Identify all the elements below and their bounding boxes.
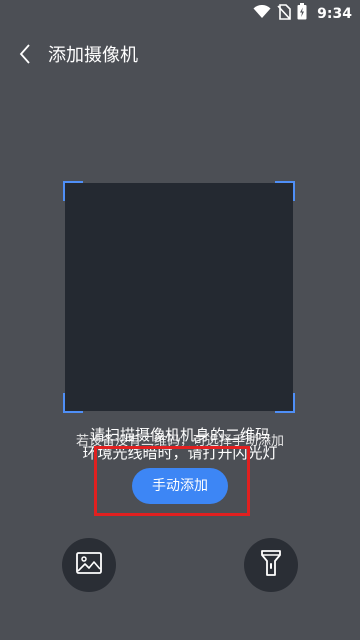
status-bar: 9:34 — [0, 0, 360, 24]
chevron-left-icon — [19, 44, 31, 68]
scan-instruction: 请扫描摄像机机身的二维码 环境光线暗时，请打开闪光灯 — [0, 426, 360, 462]
qr-scan-area — [63, 181, 295, 413]
scan-instruction-line-2: 环境光线暗时，请打开闪光灯 — [82, 444, 278, 462]
gallery-button[interactable] — [62, 538, 116, 592]
scan-corner-bottom-left — [63, 393, 83, 413]
manual-add-button[interactable]: 手动添加 — [132, 468, 228, 504]
flashlight-button[interactable] — [244, 538, 298, 592]
flashlight-icon — [260, 549, 282, 581]
wifi-icon — [253, 4, 271, 23]
scan-corner-top-right — [275, 181, 295, 201]
back-button[interactable] — [12, 42, 38, 70]
no-sim-icon — [277, 3, 291, 24]
battery-icon — [297, 3, 307, 24]
scan-instruction-line-1: 请扫描摄像机机身的二维码 — [89, 426, 270, 444]
image-icon — [76, 552, 102, 578]
page-title: 添加摄像机 — [48, 45, 138, 66]
status-time: 9:34 — [317, 5, 352, 22]
status-icons: 9:34 — [253, 3, 352, 24]
title-bar: 添加摄像机 — [0, 36, 360, 76]
scan-corner-bottom-right — [275, 393, 295, 413]
scan-corner-top-left — [63, 181, 83, 201]
